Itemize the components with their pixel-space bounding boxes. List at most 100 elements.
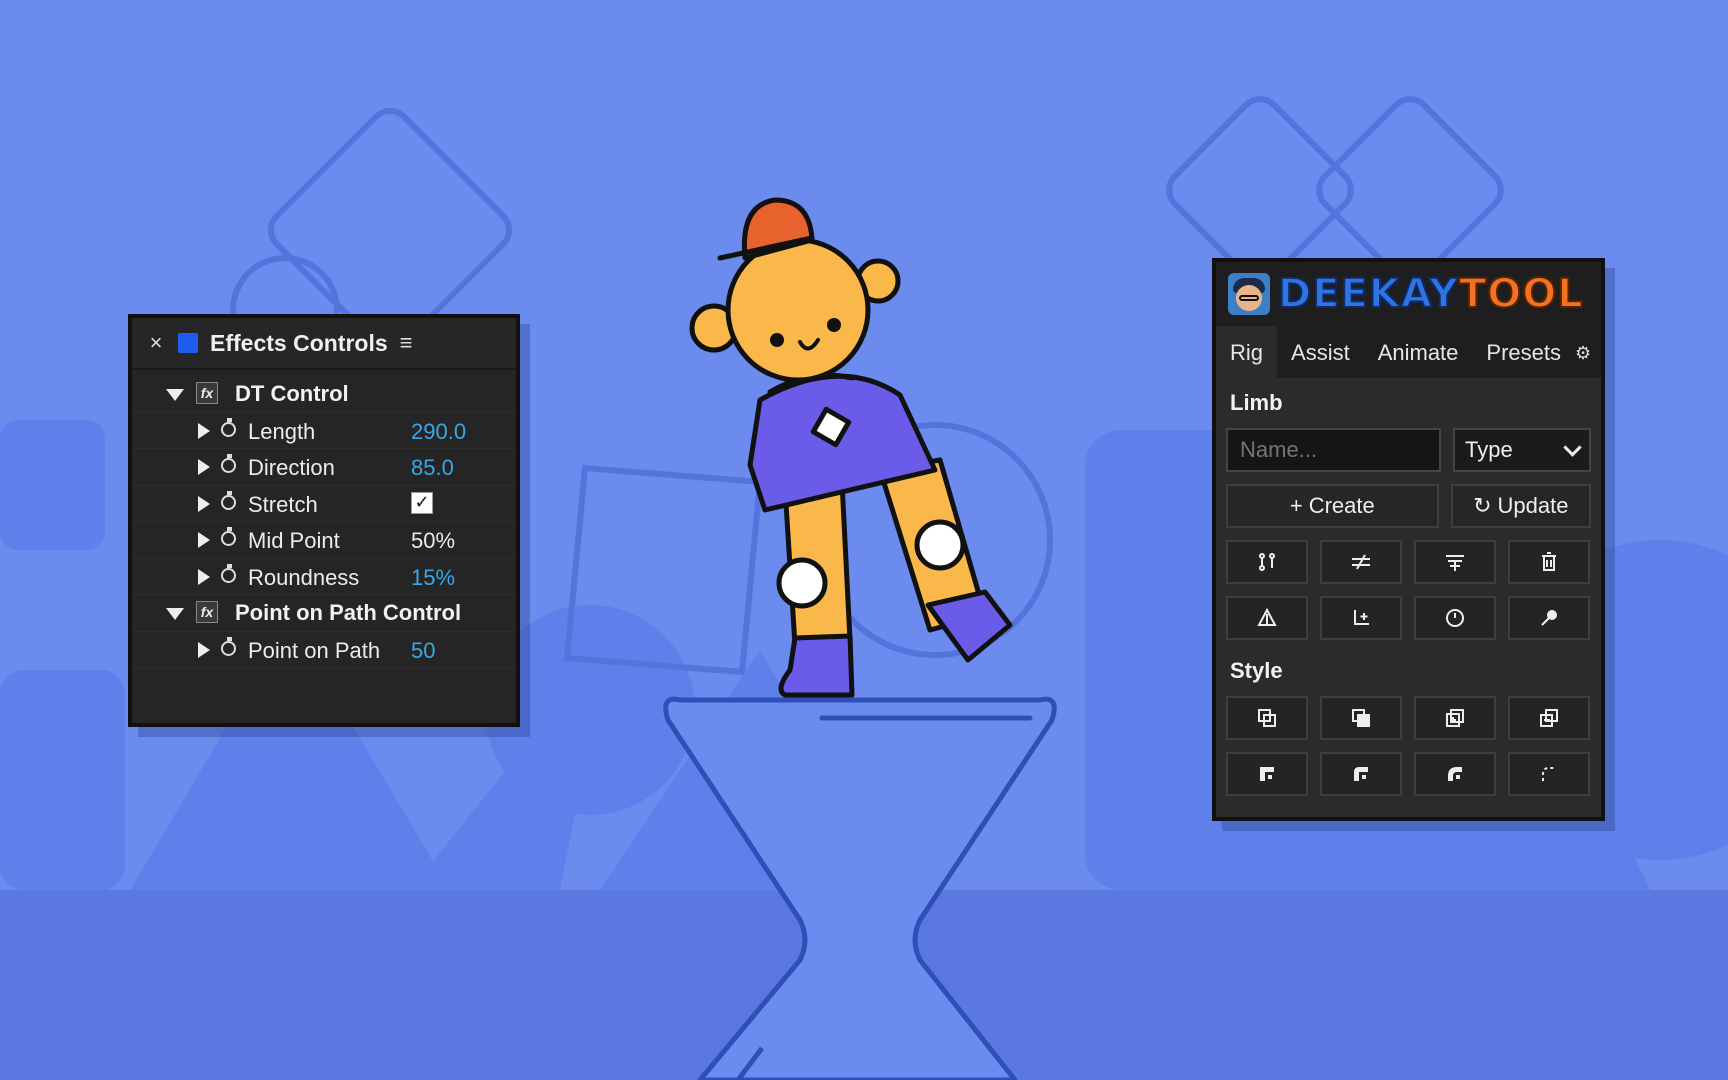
eyedropper-button[interactable] xyxy=(1508,596,1590,640)
panel-title: Effects Controls xyxy=(210,329,388,356)
update-button[interactable]: ↻ Update xyxy=(1450,484,1591,528)
refresh-icon: ↻ xyxy=(1473,493,1492,518)
stretch-checkbox[interactable]: ✓ xyxy=(411,491,433,514)
stopwatch-icon[interactable] xyxy=(221,417,236,437)
property-value[interactable]: 15% xyxy=(411,565,455,591)
corner-dashed-icon xyxy=(1542,767,1556,781)
gear-icon[interactable]: ⚙ xyxy=(1575,343,1591,378)
tab-rig[interactable]: Rig xyxy=(1216,326,1278,378)
layer-add-icon xyxy=(1446,709,1464,727)
layer-color-swatch xyxy=(178,333,198,353)
filter-list-icon xyxy=(1446,555,1464,571)
panel-menu-icon[interactable]: ≡ xyxy=(400,330,413,356)
stopwatch-icon[interactable] xyxy=(221,636,236,656)
expand-triangle-icon[interactable] xyxy=(198,422,210,439)
clock-icon xyxy=(1446,609,1464,627)
collapse-triangle-icon[interactable] xyxy=(166,389,184,401)
avatar-icon xyxy=(1228,273,1270,315)
layer-front-button[interactable] xyxy=(1226,696,1308,740)
property-row-point-on-path[interactable]: Point on Path 50 xyxy=(132,632,516,668)
expand-triangle-icon[interactable] xyxy=(198,495,210,512)
logo-text-deekay: DEEKAY xyxy=(1277,270,1459,318)
property-row-length[interactable]: Length 290.0 xyxy=(132,413,516,449)
not-equal-button[interactable] xyxy=(1320,540,1402,584)
expand-triangle-icon[interactable] xyxy=(198,568,210,585)
property-value[interactable]: 290.0 xyxy=(411,419,466,445)
create-button[interactable]: + Create xyxy=(1226,484,1439,528)
corner-sharp-button[interactable] xyxy=(1226,752,1308,796)
filter-list-button[interactable] xyxy=(1414,540,1496,584)
limb-action-row: + Create ↻ Update xyxy=(1216,484,1601,528)
style-tool-grid xyxy=(1216,696,1601,796)
fx-icon: fx xyxy=(196,601,218,623)
corner-round-button[interactable] xyxy=(1320,752,1402,796)
chevron-down-icon xyxy=(1563,438,1582,457)
rig-tool-grid xyxy=(1216,540,1601,640)
add-parent-icon xyxy=(1354,610,1369,625)
effect-group-point-on-path-control[interactable]: fx Point on Path Control xyxy=(132,595,516,632)
trash-icon xyxy=(1542,552,1556,571)
fx-icon: fx xyxy=(196,382,218,404)
layer-stack-icon xyxy=(1540,709,1558,727)
not-equal-icon xyxy=(1352,554,1370,570)
section-style: Style xyxy=(1230,658,1283,683)
layer-stack-button[interactable] xyxy=(1508,696,1590,740)
property-label: Mid Point xyxy=(248,528,340,553)
limb-name-input[interactable] xyxy=(1226,428,1441,472)
corner-bend-icon xyxy=(1448,767,1462,781)
layer-front-icon xyxy=(1258,709,1276,727)
corner-sharp-icon xyxy=(1260,767,1274,781)
close-icon[interactable]: × xyxy=(146,330,166,356)
stopwatch-icon[interactable] xyxy=(221,490,236,510)
effect-group-dt-control[interactable]: fx DT Control xyxy=(132,376,516,413)
deekay-header: DEEKAYTOOL xyxy=(1216,262,1601,326)
corner-dashed-button[interactable] xyxy=(1508,752,1590,796)
corner-bend-button[interactable] xyxy=(1414,752,1496,796)
logo-text-tool: TOOL xyxy=(1458,270,1584,318)
effect-group-label: DT Control xyxy=(235,381,349,406)
property-value[interactable]: 50 xyxy=(411,638,435,664)
property-label: Length xyxy=(248,418,316,444)
layer-back-button[interactable] xyxy=(1320,696,1402,740)
effects-list: fx DT Control Length 290.0 Direction 85.… xyxy=(132,370,516,668)
property-label: Point on Path xyxy=(248,637,381,663)
deekay-logo: DEEKAYTOOL xyxy=(1277,270,1584,318)
pin-triangle-button[interactable] xyxy=(1226,596,1308,640)
delete-button[interactable] xyxy=(1508,540,1590,584)
corner-round-icon xyxy=(1354,767,1368,781)
update-label: Update xyxy=(1497,493,1569,518)
property-row-roundness[interactable]: Roundness 15% xyxy=(132,559,516,595)
property-row-direction[interactable]: Direction 85.0 xyxy=(132,449,516,486)
timer-button[interactable] xyxy=(1414,596,1496,640)
add-parent-button[interactable] xyxy=(1320,596,1402,640)
property-label: Roundness xyxy=(248,564,360,590)
plus-icon: + xyxy=(1289,493,1303,518)
type-select-value: Type xyxy=(1465,437,1513,462)
property-row-mid-point[interactable]: Mid Point 50% xyxy=(132,522,516,559)
tab-animate[interactable]: Animate xyxy=(1364,340,1473,378)
effects-controls-header: × Effects Controls ≡ xyxy=(132,318,516,370)
layer-add-button[interactable] xyxy=(1414,696,1496,740)
stopwatch-icon[interactable] xyxy=(221,527,236,546)
effects-controls-panel: × Effects Controls ≡ fx DT Control Lengt… xyxy=(128,314,520,727)
property-value[interactable]: 50% xyxy=(411,528,455,554)
property-label: Stretch xyxy=(248,491,318,517)
collapse-triangle-icon[interactable] xyxy=(166,608,184,620)
limb-input-row: Type xyxy=(1216,428,1601,472)
tab-presets[interactable]: Presets xyxy=(1472,340,1575,378)
eyedropper-icon xyxy=(1541,610,1557,626)
section-limb: Limb xyxy=(1230,390,1283,415)
stopwatch-icon[interactable] xyxy=(221,563,236,583)
deekay-tabs: Rig Assist Animate Presets ⚙ xyxy=(1216,326,1601,378)
tab-assist[interactable]: Assist xyxy=(1277,340,1364,378)
expand-triangle-icon[interactable] xyxy=(198,459,210,475)
deekay-tool-panel: DEEKAYTOOL Rig Assist Animate Presets ⚙ … xyxy=(1212,258,1605,821)
expand-triangle-icon[interactable] xyxy=(198,532,210,548)
limb-type-select[interactable]: Type xyxy=(1453,428,1591,472)
property-value[interactable]: 85.0 xyxy=(411,455,454,481)
expand-triangle-icon[interactable] xyxy=(198,641,210,658)
stopwatch-icon[interactable] xyxy=(221,454,236,473)
create-label: Create xyxy=(1308,493,1375,518)
property-row-stretch[interactable]: Stretch ✓ xyxy=(132,486,516,522)
joint-chain-button[interactable] xyxy=(1226,540,1308,584)
